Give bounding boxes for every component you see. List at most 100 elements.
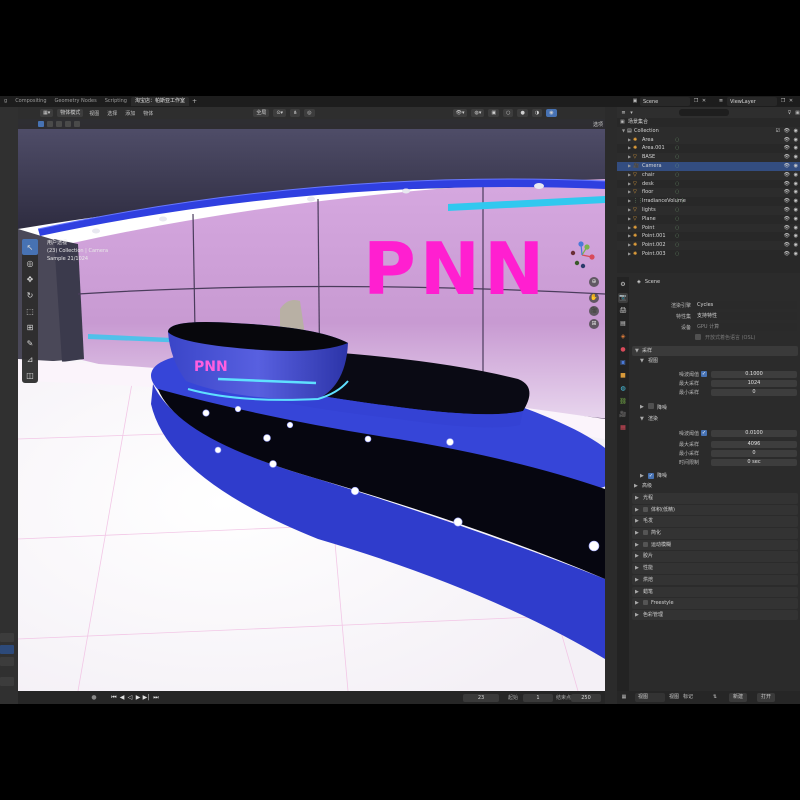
- properties-panel-header[interactable]: ▶ Freestyle: [632, 598, 798, 609]
- eye-icon[interactable]: 👁: [784, 153, 790, 162]
- tab-geometry-nodes[interactable]: Geometry Nodes: [51, 97, 101, 106]
- prev-key-icon[interactable]: ◀: [118, 693, 126, 702]
- select-mode-new[interactable]: [38, 121, 44, 127]
- proportional-toggle[interactable]: ◎: [304, 109, 315, 117]
- pan-hand-icon[interactable]: ✋: [589, 293, 599, 303]
- display-mode-icon[interactable]: ▾: [629, 110, 634, 116]
- outliner-item[interactable]: ▶ ✺ Point ◌ 👁 ◉: [617, 223, 800, 233]
- camera-render-icon[interactable]: ◉: [794, 232, 798, 241]
- measure-tool[interactable]: ⊿: [22, 351, 38, 367]
- data-tab-icon[interactable]: 🎥: [618, 410, 628, 420]
- orientation-dropdown[interactable]: 全局: [253, 109, 270, 117]
- xray-toggle[interactable]: ▣: [488, 109, 500, 117]
- eye-icon[interactable]: 👁: [784, 197, 790, 206]
- pivot-dropdown[interactable]: ⊙▾: [273, 109, 287, 117]
- eye-icon[interactable]: 👁: [784, 206, 790, 215]
- eye-icon[interactable]: 👁: [784, 250, 790, 259]
- r-max-samples-field[interactable]: 4096: [711, 440, 797, 448]
- panel-checkbox[interactable]: [643, 530, 648, 536]
- tab-taobao-shop[interactable]: 淘宝店：帕斯亚工作室: [130, 97, 189, 106]
- eye-icon[interactable]: 👁: [784, 241, 790, 250]
- r-noise-threshold-field[interactable]: 0.0100: [711, 429, 797, 437]
- menu-select[interactable]: 选择: [105, 110, 119, 117]
- properties-panel-header[interactable]: ▶ 光程: [632, 493, 798, 504]
- world-tab-icon[interactable]: ●: [618, 345, 628, 355]
- properties-panel-header[interactable]: ▶ 体积(低精): [632, 504, 798, 516]
- play-reverse-icon[interactable]: ◁: [126, 693, 134, 702]
- select-box-tool[interactable]: ↖: [22, 239, 38, 255]
- eye-icon[interactable]: 👁: [784, 127, 790, 136]
- record-icon[interactable]: ●: [90, 693, 98, 702]
- view-menu[interactable]: 视图: [669, 693, 679, 702]
- current-frame-field[interactable]: 23: [463, 694, 499, 702]
- select-mode-intersect[interactable]: [74, 121, 80, 127]
- outliner-item[interactable]: ▶ ▽ desk ◌ 👁 ◉: [617, 180, 800, 189]
- r-min-samples-field[interactable]: 0: [711, 449, 797, 457]
- move-tool[interactable]: ✥: [22, 271, 38, 287]
- marker-menu[interactable]: 标记: [683, 693, 693, 702]
- jump-start-icon[interactable]: ⏮: [110, 693, 118, 702]
- scene-tab-icon[interactable]: ◈: [618, 332, 628, 342]
- copy-layer-icon[interactable]: ❐: [780, 98, 786, 104]
- eye-icon[interactable]: 👁: [784, 188, 790, 197]
- mini-widget[interactable]: [0, 645, 14, 654]
- eye-icon[interactable]: 👁: [784, 224, 790, 233]
- outliner-item[interactable]: ▶ ✺ Area ◌ 👁 ◉: [617, 135, 800, 145]
- remove-layer-icon[interactable]: ✕: [788, 98, 794, 104]
- render-subpanel-header[interactable]: ▼ 渲染: [638, 415, 796, 424]
- open-button[interactable]: 打开: [757, 693, 776, 702]
- render-engine-dropdown[interactable]: Cycles: [693, 301, 797, 309]
- camera-render-icon[interactable]: ◉: [794, 136, 798, 145]
- tool-tab-icon[interactable]: ⚙: [618, 280, 628, 290]
- visibility-dropdown[interactable]: 👁▾: [452, 109, 468, 117]
- mini-widget[interactable]: [0, 657, 14, 666]
- layers-icon[interactable]: ≣: [718, 98, 724, 104]
- mini-widget[interactable]: [0, 633, 14, 642]
- vp-min-samples-field[interactable]: 0: [711, 388, 797, 396]
- collection-tab-icon[interactable]: ▣: [618, 358, 628, 368]
- tab-scripting[interactable]: Scripting: [101, 97, 131, 106]
- scale-tool[interactable]: ⬚: [22, 303, 38, 319]
- outliner-collection[interactable]: ▼ ▤ Collection ☑ 👁 ◉: [617, 126, 800, 136]
- viewport-subpanel-header[interactable]: ▼ 视图: [638, 357, 796, 366]
- view-layer-selector[interactable]: ViewLayer: [727, 97, 777, 106]
- camera-render-icon[interactable]: ◉: [794, 153, 798, 162]
- object-tab-icon[interactable]: ■: [618, 371, 628, 381]
- panel-checkbox[interactable]: [643, 541, 648, 547]
- camera-render-icon[interactable]: ◉: [794, 241, 798, 250]
- play-icon[interactable]: ▶: [134, 693, 142, 702]
- add-workspace-button[interactable]: +: [189, 98, 200, 105]
- new-button[interactable]: 新建: [729, 693, 748, 702]
- shading-wire[interactable]: ○: [503, 109, 514, 117]
- camera-render-icon[interactable]: ◉: [794, 197, 798, 206]
- tab-shading[interactable]: g: [0, 97, 11, 106]
- properties-panel-header[interactable]: ▶ 简化: [632, 528, 798, 539]
- camera-render-icon[interactable]: ◉: [794, 188, 798, 197]
- view-layer-tab-icon[interactable]: ▤: [618, 319, 628, 329]
- camera-render-icon[interactable]: ◉: [794, 162, 798, 171]
- eye-icon[interactable]: 👁: [784, 144, 790, 153]
- r-noise-threshold-checkbox[interactable]: ✓: [701, 430, 707, 436]
- advanced-subpanel-header[interactable]: ▶ 高级: [632, 482, 790, 491]
- eye-icon[interactable]: 👁: [784, 180, 790, 189]
- exclude-checkbox[interactable]: ☑: [776, 127, 780, 136]
- feature-set-dropdown[interactable]: 支持特性: [693, 312, 797, 320]
- start-frame-field[interactable]: 1: [523, 694, 553, 702]
- vp-max-samples-field[interactable]: 1024: [711, 379, 797, 387]
- camera-render-icon[interactable]: ◉: [794, 127, 798, 136]
- camera-render-icon[interactable]: ◉: [794, 180, 798, 189]
- properties-panel-header[interactable]: ▶ 胶片: [632, 551, 798, 562]
- outliner-editor-icon[interactable]: ≣: [621, 110, 626, 116]
- camera-render-icon[interactable]: ◉: [794, 206, 798, 215]
- vp-denoise-subpanel-header[interactable]: ▶ 降噪: [638, 403, 796, 412]
- outliner-item[interactable]: ▶ ✺ Point.002 ◌ 👁 ◉: [617, 241, 800, 250]
- camera-render-icon[interactable]: ◉: [794, 144, 798, 153]
- filter-icon[interactable]: ⊽: [787, 110, 792, 116]
- pin-icon[interactable]: ⇅: [712, 694, 718, 700]
- outliner-item[interactable]: ▶ ⋮⋮ IrradianceVolume ⋮⋮ 👁 ◉: [617, 197, 800, 206]
- eye-icon[interactable]: 👁: [784, 232, 790, 241]
- device-dropdown[interactable]: GPU 计算: [693, 323, 797, 331]
- 3d-viewport[interactable]: PNN PNN: [18, 119, 605, 691]
- outliner-item[interactable]: ▶ ▽ lights ◌ 👁 ◉: [617, 205, 800, 215]
- camera-view-icon[interactable]: 🎥: [589, 306, 599, 316]
